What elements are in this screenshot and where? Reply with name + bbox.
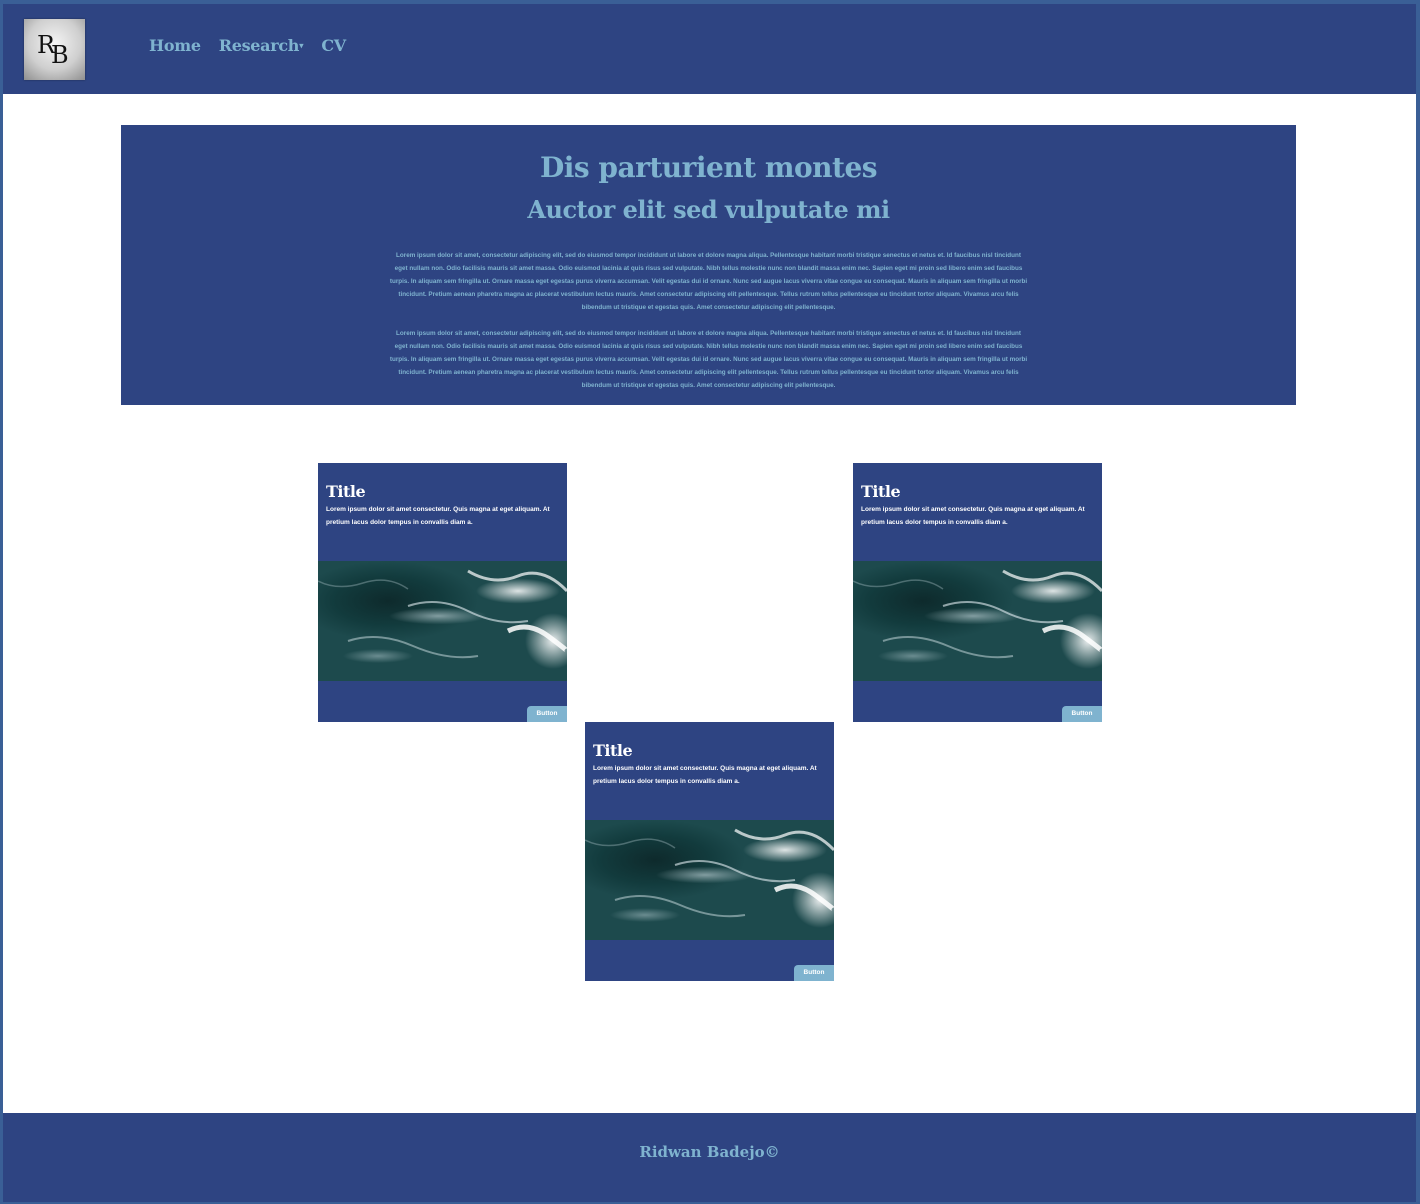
caret-down-icon: ▾ [299, 41, 304, 52]
card-title: Title [593, 741, 633, 760]
card-title: Title [326, 482, 366, 501]
card-text: Lorem ipsum dolor sit amet consectetur. … [593, 765, 817, 785]
main-nav: Home Research▾ CV [149, 36, 364, 60]
logo-letter-b: B [51, 41, 69, 69]
nav-home[interactable]: Home [149, 36, 201, 60]
nav-cv-label: CV [321, 36, 346, 55]
card: Title Lorem ipsum dolor sit amet consect… [585, 722, 834, 981]
card-image-ocean [853, 561, 1102, 681]
card-title: Title [861, 482, 901, 501]
hero-subtitle: Auctor elit sed vulputate mi [527, 195, 890, 224]
navbar: R B Home Research▾ CV [3, 4, 1416, 94]
card-button[interactable]: Button [1062, 706, 1102, 722]
card-text: Lorem ipsum dolor sit amet consectetur. … [326, 506, 550, 526]
nav-research[interactable]: Research▾ [219, 36, 304, 60]
card-button[interactable]: Button [527, 706, 567, 722]
card: Title Lorem ipsum dolor sit amet consect… [853, 463, 1102, 722]
card-image-ocean [318, 561, 567, 681]
card-button[interactable]: Button [794, 965, 834, 981]
hero-title: Dis parturient montes [539, 151, 878, 184]
hero-section: Dis parturient montes Auctor elit sed vu… [121, 125, 1296, 405]
footer-text: Ridwan Badejo© [639, 1143, 780, 1161]
nav-home-label: Home [149, 36, 201, 55]
card-image-ocean [585, 820, 834, 940]
hero-paragraph-1: Lorem ipsum dolor sit amet, consectetur … [389, 252, 1028, 311]
nav-cv[interactable]: CV [321, 36, 346, 60]
card-text: Lorem ipsum dolor sit amet consectetur. … [861, 506, 1085, 526]
page-frame: R B Home Research▾ CV Dis parturient mon… [3, 4, 1416, 1202]
logo[interactable]: R B [24, 19, 85, 80]
card: Title Lorem ipsum dolor sit amet consect… [318, 463, 567, 722]
nav-research-label: Research [218, 36, 300, 55]
footer: Ridwan Badejo© [3, 1113, 1416, 1202]
hero-paragraph-2: Lorem ipsum dolor sit amet, consectetur … [389, 330, 1028, 389]
